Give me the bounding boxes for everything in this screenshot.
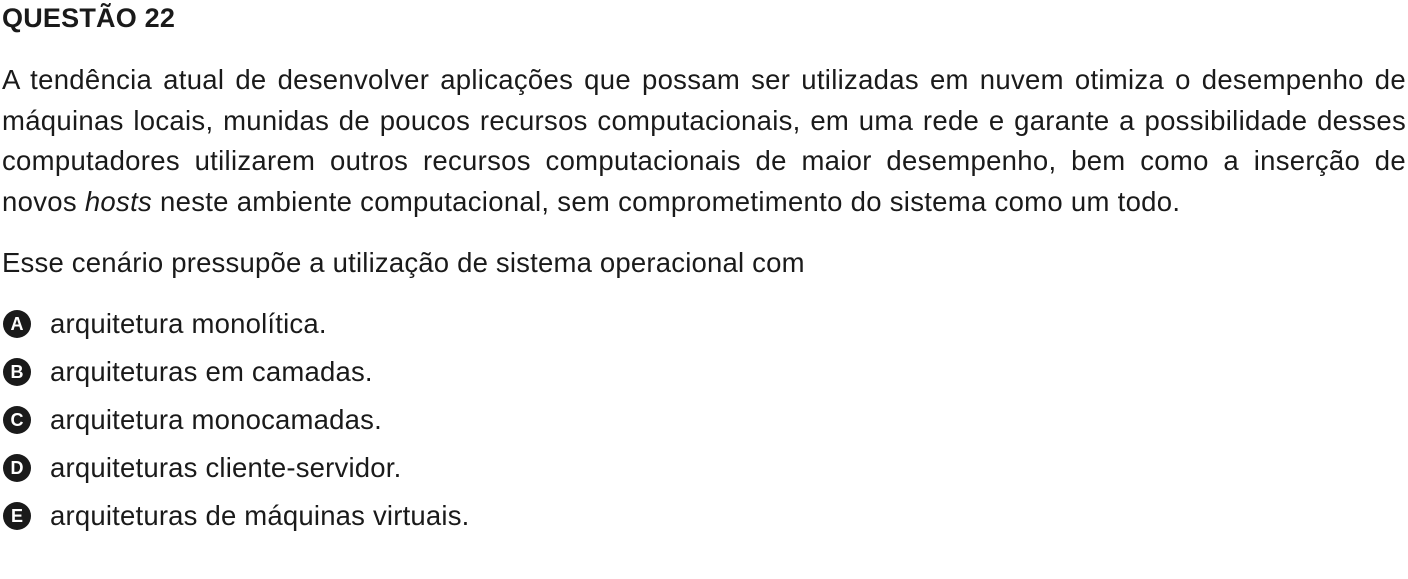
question-block: QUESTÃO 22 A tendência atual de desenvol… <box>2 0 1406 540</box>
option-d[interactable]: D arquiteturas cliente-servidor. <box>2 444 1406 492</box>
question-title: QUESTÃO 22 <box>2 3 176 33</box>
option-b[interactable]: B arquiteturas em camadas. <box>2 348 1406 396</box>
option-d-text: arquiteturas cliente-servidor. <box>50 452 402 483</box>
option-e-text: arquiteturas de máquinas virtuais. <box>50 500 470 531</box>
option-a[interactable]: A arquitetura monolítica. <box>2 300 1406 348</box>
answer-options: A arquitetura monolítica. B arquiteturas… <box>2 300 1406 540</box>
option-b-text: arquiteturas em camadas. <box>50 356 373 387</box>
question-text-emphasis: hosts <box>84 185 153 217</box>
option-c-text: arquitetura monocamadas. <box>50 404 382 435</box>
option-d-letter-badge: D <box>3 454 31 482</box>
question-text: A tendência atual de desenvolver aplicaç… <box>2 60 1406 222</box>
option-c-letter-badge: C <box>3 406 31 434</box>
option-b-letter-badge: B <box>3 358 31 386</box>
option-a-text: arquitetura monolítica. <box>50 308 327 339</box>
question-text-part-2: neste ambiente computacional, sem compro… <box>152 185 1181 217</box>
option-e-letter-badge: E <box>3 502 31 530</box>
question-stem: Esse cenário pressupõe a utilização de s… <box>2 247 805 278</box>
option-c[interactable]: C arquitetura monocamadas. <box>2 396 1406 444</box>
option-a-letter-badge: A <box>3 310 31 338</box>
option-e[interactable]: E arquiteturas de máquinas virtuais. <box>2 492 1406 540</box>
